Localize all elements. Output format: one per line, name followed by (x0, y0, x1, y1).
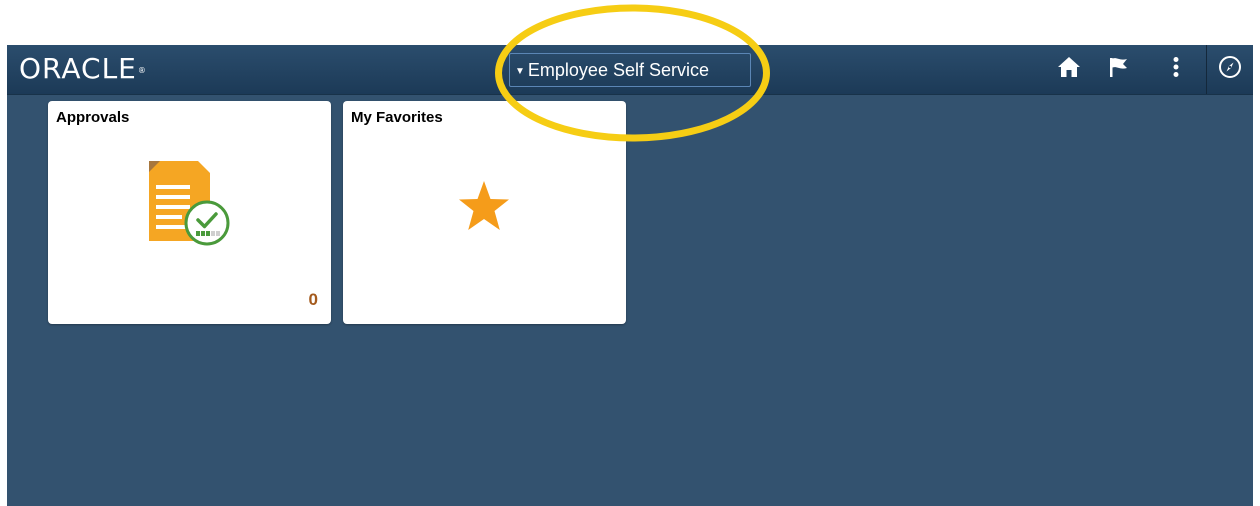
registered-mark: ® (137, 66, 147, 75)
notifications-button[interactable] (1103, 53, 1135, 85)
logo-text: ORACLE (19, 52, 137, 85)
oracle-logo: ORACLE® (19, 54, 147, 84)
compass-icon (1218, 55, 1242, 84)
approval-document-icon (146, 159, 234, 254)
tile-my-favorites[interactable]: My Favorites (343, 101, 626, 324)
tile-title: My Favorites (351, 109, 443, 126)
actions-menu-button[interactable] (1160, 53, 1192, 85)
pending-approvals-count: 0 (308, 290, 318, 309)
tile-approvals[interactable]: Approvals 0 (48, 101, 331, 324)
more-vertical-icon (1172, 56, 1180, 83)
tile-title: Approvals (56, 109, 130, 126)
homepage-container: ORACLE® ▼ Employee Self Service Approval… (7, 45, 1253, 506)
home-button[interactable] (1053, 53, 1085, 85)
homepage-selector-button[interactable]: ▼ Employee Self Service (509, 53, 751, 87)
navbar-button[interactable] (1206, 45, 1253, 94)
header-bar: ORACLE® ▼ Employee Self Service (7, 45, 1253, 95)
star-icon (456, 179, 512, 238)
homepage-selector-label: Employee Self Service (527, 60, 709, 80)
flag-icon (1108, 56, 1130, 83)
home-icon (1057, 56, 1081, 83)
dropdown-caret-icon: ▼ (515, 66, 525, 77)
